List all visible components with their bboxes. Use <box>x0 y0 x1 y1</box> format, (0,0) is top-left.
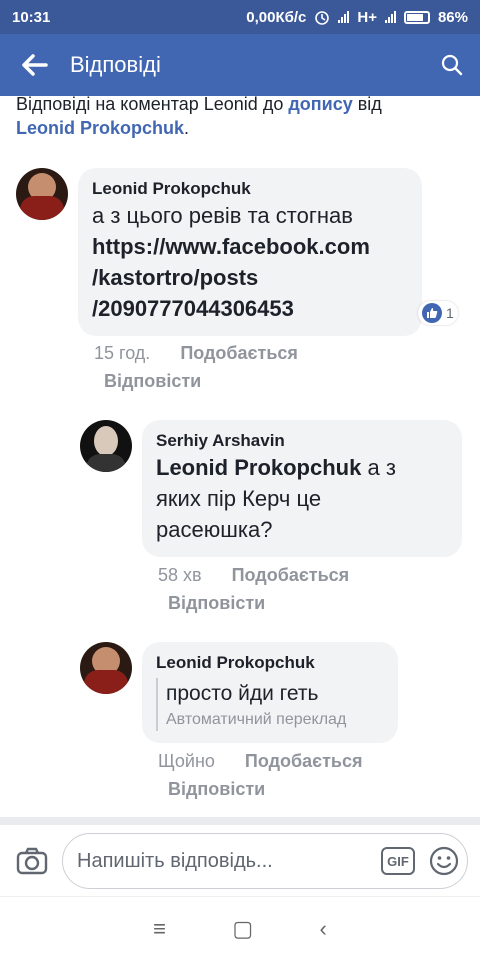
comment-bubble[interactable]: Serhiy Arshavin Leonid Prokopchuk а з як… <box>142 420 462 557</box>
like-button[interactable]: Подобається <box>180 343 298 363</box>
comment-author[interactable]: Serhiy Arshavin <box>156 430 448 452</box>
post-link[interactable]: допису <box>288 96 352 114</box>
reply-button[interactable]: Відповісти <box>104 371 201 391</box>
comment-bubble[interactable]: Leonid Prokopchuk просто йди геть Автома… <box>142 642 398 743</box>
emoji-icon[interactable] <box>429 846 459 876</box>
battery-icon <box>403 10 430 24</box>
comment-author[interactable]: Leonid Prokopchuk <box>156 652 384 674</box>
comment-link[interactable]: https://www.facebook.com /kastortro/post… <box>92 231 408 324</box>
camera-icon <box>16 847 48 875</box>
network-speed: 0,00Кб/с <box>246 8 307 26</box>
like-count-badge[interactable]: 1 <box>418 301 458 325</box>
reply-input[interactable] <box>77 849 381 873</box>
gif-button[interactable]: GIF <box>381 847 415 875</box>
comment-time: 15 год. <box>94 343 151 363</box>
divider <box>0 817 480 825</box>
mention-link[interactable]: Leonid Prokopchuk <box>156 455 361 480</box>
comment-text: Leonid Prokopchuk а з яких пір Керч це р… <box>156 455 396 542</box>
status-icons: 0,00Кб/с H+ 86% <box>246 9 468 26</box>
comment-text: просто йди геть <box>166 682 319 705</box>
comment-meta: Щойно Подобається Відповісти <box>158 747 363 803</box>
replies-content: Відповіді на коментар Leonid до допису в… <box>0 96 480 816</box>
back-nav-button[interactable]: ‹ <box>320 916 327 942</box>
signal-icon-2 <box>384 11 396 23</box>
comment: Leonid Prokopchuk просто йди геть Автома… <box>80 642 398 743</box>
comment-bubble[interactable]: Leonid Prokopchuk а з цього ревів та сто… <box>78 168 422 336</box>
avatar[interactable] <box>16 168 68 220</box>
reply-button[interactable]: Відповісти <box>168 779 265 799</box>
comment-meta: 58 хв Подобається Відповісти <box>158 561 349 617</box>
reply-button[interactable]: Відповісти <box>168 593 265 613</box>
status-bar: 10:31 0,00Кб/с H+ 86% <box>0 0 480 34</box>
avatar[interactable] <box>80 642 132 694</box>
comment-time: Щойно <box>158 751 215 771</box>
like-count: 1 <box>446 305 454 321</box>
comment-time: 58 хв <box>158 565 202 585</box>
home-nav-button[interactable]: ▢ <box>232 916 253 942</box>
search-button[interactable] <box>424 34 480 96</box>
comment: Serhiy Arshavin Leonid Prokopchuk а з як… <box>80 420 462 557</box>
alarm-icon <box>315 11 330 25</box>
system-nav-bar: ≡ ▢ ‹ <box>0 896 480 960</box>
auto-translation-note[interactable]: Автоматичний переклад <box>166 709 384 731</box>
avatar[interactable] <box>80 420 132 472</box>
network-type: H+ <box>357 8 377 26</box>
search-icon <box>441 54 463 76</box>
like-thumb-icon <box>422 303 442 323</box>
comment-author[interactable]: Leonid Prokopchuk <box>92 178 408 200</box>
back-button[interactable] <box>0 34 70 96</box>
reply-input-box[interactable]: GIF <box>62 833 468 889</box>
author-link[interactable]: Leonid Prokopchuk <box>16 118 184 138</box>
signal-icon <box>338 11 350 23</box>
like-button[interactable]: Подобається <box>232 565 350 585</box>
reply-composer: GIF <box>0 826 480 896</box>
camera-button[interactable] <box>12 841 52 881</box>
clock: 10:31 <box>12 8 51 26</box>
comment-text: а з цього ревів та стогнав <box>92 203 353 228</box>
menu-nav-button[interactable]: ≡ <box>153 916 166 942</box>
arrow-left-icon <box>22 54 48 76</box>
comment-meta: 15 год. Подобається Відповісти <box>94 339 298 395</box>
comment: Leonid Prokopchuk а з цього ревів та сто… <box>16 168 422 336</box>
reply-context: Відповіді на коментар Leonid до допису в… <box>16 96 382 138</box>
page-title: Відповіді <box>70 52 161 77</box>
app-bar: Відповіді <box>0 34 480 96</box>
battery-level: 86% <box>437 8 468 26</box>
like-button[interactable]: Подобається <box>245 751 363 771</box>
translation-block: просто йди геть Автоматичний переклад <box>156 678 384 731</box>
